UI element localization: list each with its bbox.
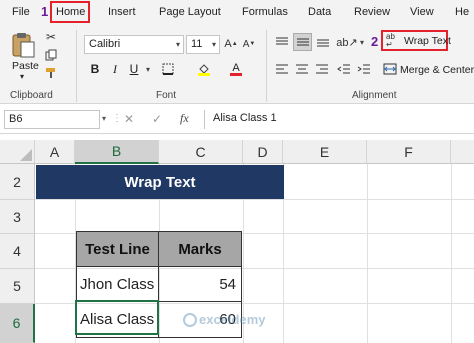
chevron-down-icon[interactable]: ▾ <box>142 60 154 79</box>
sheet-title-cell[interactable]: Wrap Text <box>36 165 284 199</box>
ribbon-separator <box>76 30 77 102</box>
ribbon-separator <box>266 30 267 102</box>
column-header[interactable]: A <box>35 140 75 164</box>
format-painter-icon[interactable] <box>44 66 58 80</box>
cancel-icon[interactable]: ✕ <box>124 112 134 126</box>
active-cell-selection[interactable] <box>75 300 159 335</box>
fx-icon[interactable]: fx <box>180 111 189 126</box>
column-header[interactable] <box>451 140 474 164</box>
gridline <box>367 164 368 343</box>
font-name-select[interactable]: Calibri <box>84 35 184 54</box>
row-header[interactable]: 3 <box>0 200 35 234</box>
watermark: exceldemy <box>183 312 266 327</box>
watermark-logo-icon <box>183 312 197 327</box>
font-color-icon[interactable]: A <box>228 60 244 78</box>
row-header[interactable]: 4 <box>0 234 35 269</box>
copy-icon[interactable] <box>44 48 58 62</box>
orientation-icon[interactable]: ab↗ <box>336 34 357 50</box>
align-bottom-icon[interactable] <box>315 34 331 50</box>
chevron-down-icon[interactable]: ▾ <box>356 33 368 52</box>
underline-icon[interactable]: U <box>126 60 142 78</box>
watermark-text: exceldemy <box>199 312 266 327</box>
row-header[interactable]: 2 <box>0 164 35 200</box>
more-options-icon: ⋮ <box>112 113 122 124</box>
table-cell-name[interactable]: Jhon Class <box>76 266 159 302</box>
decrease-font-icon[interactable]: A ▼ <box>242 36 256 52</box>
borders-icon[interactable] <box>160 60 176 78</box>
chevron-down-icon[interactable]: ▾ <box>20 72 24 81</box>
italic-icon[interactable]: I <box>107 60 123 78</box>
tab-home[interactable]: Home <box>56 6 85 18</box>
tab-help[interactable]: He <box>455 6 469 18</box>
merge-center-icon[interactable] <box>382 62 398 76</box>
column-header[interactable]: C <box>159 140 243 164</box>
column-header[interactable]: F <box>367 140 451 164</box>
chevron-down-icon[interactable]: ▾ <box>102 114 106 123</box>
increase-indent-icon[interactable] <box>356 62 372 76</box>
enter-icon[interactable]: ✓ <box>152 112 162 126</box>
chevron-down-icon[interactable]: ▾ <box>172 35 184 54</box>
paste-label[interactable]: Paste <box>12 60 39 72</box>
tab-review[interactable]: Review <box>354 6 390 18</box>
select-all-corner[interactable] <box>0 140 35 164</box>
name-box[interactable]: B6 <box>4 110 100 129</box>
gridline <box>35 199 474 200</box>
column-header[interactable]: D <box>243 140 283 164</box>
row-header[interactable]: 6 <box>0 304 35 343</box>
tab-file[interactable]: File <box>12 6 30 18</box>
cut-icon[interactable]: ✂ <box>44 30 58 44</box>
align-left-icon[interactable] <box>274 62 290 76</box>
formula-bar: B6 ▾ ⋮ ✕ ✓ fx Alisa Class 1 <box>0 104 474 134</box>
tab-page-layout[interactable]: Page Layout <box>159 6 221 18</box>
chevron-down-icon[interactable]: ▾ <box>208 35 220 54</box>
clipboard-group-label: Clipboard <box>10 90 53 101</box>
row-header[interactable]: 5 <box>0 269 35 304</box>
increase-font-icon[interactable]: A ▲ <box>224 36 238 52</box>
wrap-text-button[interactable]: ab ↵ Wrap Text <box>381 30 451 51</box>
align-top-icon[interactable] <box>274 34 290 50</box>
decrease-indent-icon[interactable] <box>336 62 352 76</box>
table-cell-marks[interactable]: 54 <box>158 266 242 302</box>
table-header-test-line[interactable]: Test Line <box>76 231 159 267</box>
fill-color-icon[interactable] <box>196 60 212 78</box>
gridline <box>451 164 452 343</box>
paste-icon[interactable] <box>8 30 38 60</box>
font-group-label: Font <box>156 90 177 101</box>
alignment-group-label: Alignment <box>352 90 397 101</box>
step-2-marker: 2 <box>371 34 379 49</box>
table-header-marks[interactable]: Marks <box>158 231 242 267</box>
align-middle-icon[interactable] <box>293 33 312 51</box>
ribbon-tab-bar: File 1 Home Insert Page Layout Formulas … <box>0 0 474 26</box>
tab-insert[interactable]: Insert <box>108 6 136 18</box>
formula-input[interactable]: Alisa Class 1 <box>204 110 472 129</box>
align-center-icon[interactable] <box>294 62 310 76</box>
wrap-text-label: Wrap Text <box>404 35 451 47</box>
tab-view[interactable]: View <box>410 6 434 18</box>
step-1-marker: 1 <box>41 4 49 19</box>
merge-center-label[interactable]: Merge & Center <box>400 64 474 76</box>
bold-icon[interactable]: B <box>87 60 103 78</box>
column-header[interactable]: B <box>75 140 159 164</box>
tab-formulas[interactable]: Formulas <box>242 6 288 18</box>
align-right-icon[interactable] <box>314 62 330 76</box>
tab-data[interactable]: Data <box>308 6 331 18</box>
ribbon-home: Paste ▾ ✂ Clipboard Calibri ▾ 11 ▾ A ▲ A ▼… <box>0 26 474 104</box>
column-header[interactable]: E <box>283 140 367 164</box>
wrap-text-icon: ab ↵ <box>386 32 395 49</box>
